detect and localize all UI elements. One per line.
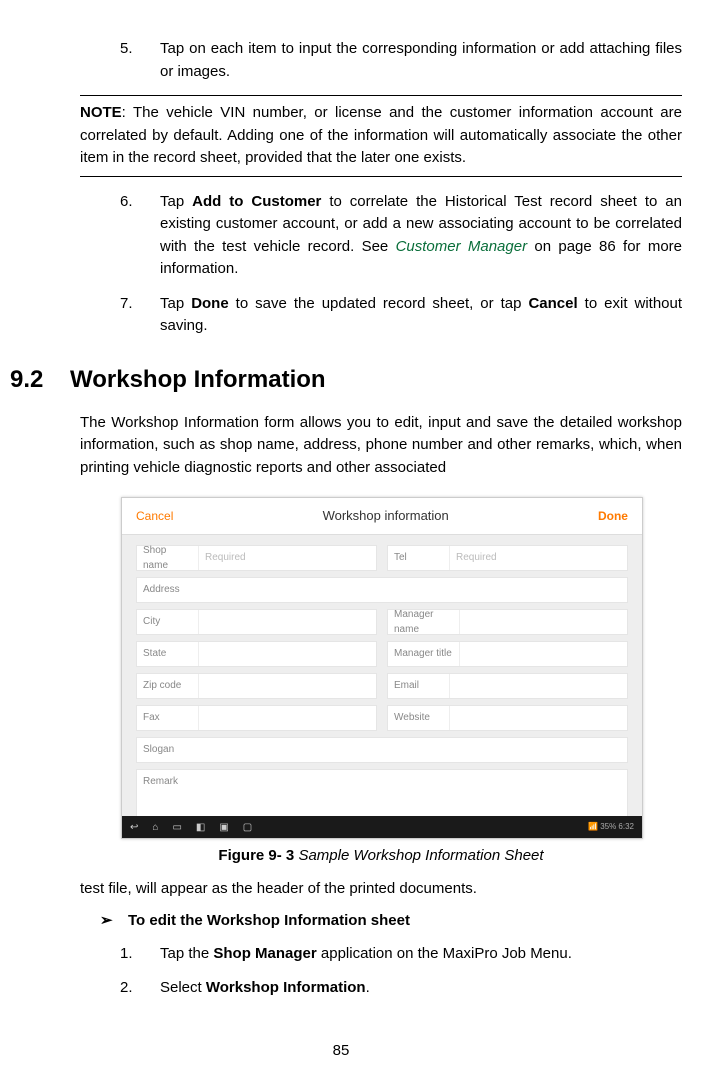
app-title: Workshop information: [323, 506, 449, 526]
state-field[interactable]: State: [136, 641, 377, 667]
done-button[interactable]: Done: [598, 507, 628, 525]
task-title: To edit the Workshop Information sheet: [128, 910, 410, 933]
android-nav-bar: ↩ ⌂ ▭ ◧ ▣ ▢ 📶 35% 6:32: [122, 816, 642, 838]
list-item: 2. Select Workshop Information.: [120, 977, 682, 1000]
zip-field[interactable]: Zip code: [136, 673, 377, 699]
back-icon[interactable]: ↩: [130, 820, 138, 835]
list-item: 5. Tap on each item to input the corresp…: [120, 38, 682, 83]
tel-field[interactable]: Tel Required: [387, 545, 628, 571]
app-body: Shop name Required Tel Required Address …: [122, 535, 642, 817]
list-text: Select Workshop Information.: [160, 977, 682, 1000]
bullet-arrow-icon: ➢: [100, 910, 128, 933]
recent-icon[interactable]: ▭: [172, 820, 181, 835]
note-text: : The vehicle VIN number, or license and…: [80, 104, 682, 166]
list-text: Tap on each item to input the correspond…: [160, 38, 682, 83]
list-item: 6. Tap Add to Customer to correlate the …: [120, 191, 682, 281]
paragraph: The Workshop Information form allows you…: [80, 412, 682, 480]
list-number: 6.: [120, 191, 160, 281]
list-text: Tap Done to save the updated record shee…: [160, 293, 682, 338]
note-box: NOTE: The vehicle VIN number, or license…: [80, 95, 682, 177]
list-text: Tap the Shop Manager application on the …: [160, 943, 682, 966]
city-field[interactable]: City: [136, 609, 377, 635]
page-content: 5. Tap on each item to input the corresp…: [80, 38, 682, 1000]
list-number: 1.: [120, 943, 160, 966]
task-heading: ➢ To edit the Workshop Information sheet: [100, 910, 682, 933]
camera-icon[interactable]: ▢: [243, 820, 252, 835]
manager-name-field[interactable]: Manager name: [387, 609, 628, 635]
page-number: 85: [0, 1040, 682, 1063]
app-header: Cancel Workshop information Done: [122, 498, 642, 535]
section-number: 9.2: [10, 362, 70, 398]
list-number: 2.: [120, 977, 160, 1000]
list-number: 5.: [120, 38, 160, 83]
embedded-screenshot: Cancel Workshop information Done Shop na…: [121, 497, 643, 839]
shopname-field[interactable]: Shop name Required: [136, 545, 377, 571]
cancel-button[interactable]: Cancel: [136, 507, 173, 525]
slogan-field[interactable]: Slogan: [136, 737, 628, 763]
link-customer-manager[interactable]: Customer Manager: [396, 238, 528, 255]
address-field[interactable]: Address: [136, 577, 628, 603]
vci-icon[interactable]: ▣: [219, 820, 228, 835]
fax-field[interactable]: Fax: [136, 705, 377, 731]
remark-field[interactable]: Remark: [136, 769, 628, 817]
figure-workshop-info: Cancel Workshop information Done Shop na…: [121, 497, 641, 839]
status-bar: 📶 35% 6:32: [588, 821, 634, 833]
list-item: 1. Tap the Shop Manager application on t…: [120, 943, 682, 966]
note-label: NOTE: [80, 104, 122, 121]
section-title: Workshop Information: [70, 362, 326, 398]
app-icon[interactable]: ◧: [196, 820, 205, 835]
website-field[interactable]: Website: [387, 705, 628, 731]
email-field[interactable]: Email: [387, 673, 628, 699]
home-icon[interactable]: ⌂: [152, 820, 158, 835]
list-number: 7.: [120, 293, 160, 338]
figure-caption: Figure 9- 3 Sample Workshop Information …: [80, 845, 682, 868]
paragraph: test file, will appear as the header of …: [80, 878, 682, 901]
section-heading: 9.2 Workshop Information: [0, 362, 682, 398]
manager-title-field[interactable]: Manager title: [387, 641, 628, 667]
list-item: 7. Tap Done to save the updated record s…: [120, 293, 682, 338]
list-text: Tap Add to Customer to correlate the His…: [160, 191, 682, 281]
